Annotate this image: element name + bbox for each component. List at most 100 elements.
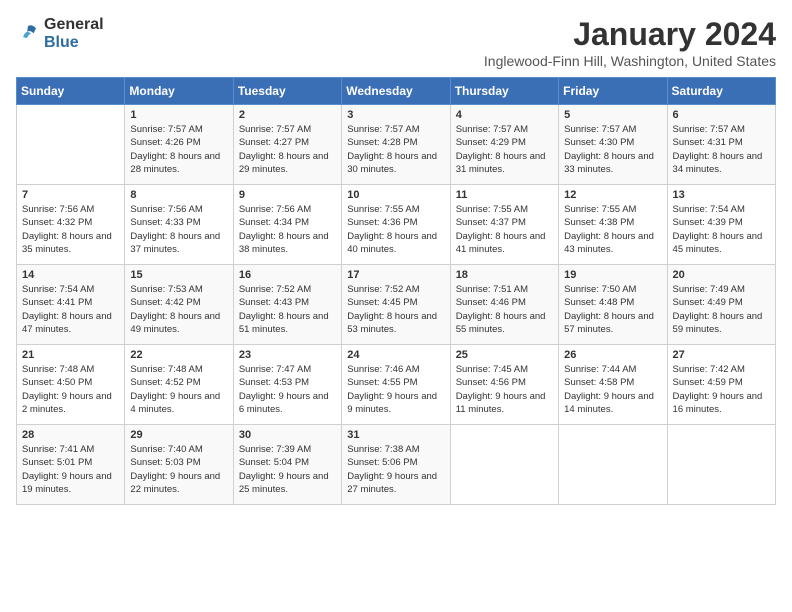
calendar-cell: 31 Sunrise: 7:38 AM Sunset: 5:06 PM Dayl… (342, 425, 450, 505)
calendar-cell: 11 Sunrise: 7:55 AM Sunset: 4:37 PM Dayl… (450, 185, 558, 265)
day-number: 19 (564, 269, 661, 281)
day-info: Sunrise: 7:42 AM Sunset: 4:59 PM Dayligh… (673, 363, 770, 416)
day-number: 18 (456, 269, 553, 281)
day-header-thursday: Thursday (450, 78, 558, 105)
day-info: Sunrise: 7:56 AM Sunset: 4:32 PM Dayligh… (22, 203, 119, 256)
logo-general: General (44, 16, 104, 34)
day-info: Sunrise: 7:57 AM Sunset: 4:26 PM Dayligh… (130, 123, 227, 176)
day-number: 9 (239, 189, 336, 201)
day-number: 2 (239, 109, 336, 121)
week-row-0: 1 Sunrise: 7:57 AM Sunset: 4:26 PM Dayli… (17, 105, 776, 185)
day-info: Sunrise: 7:57 AM Sunset: 4:30 PM Dayligh… (564, 123, 661, 176)
calendar-cell (667, 425, 775, 505)
day-number: 14 (22, 269, 119, 281)
day-header-saturday: Saturday (667, 78, 775, 105)
logo-text: General Blue (44, 16, 104, 51)
day-info: Sunrise: 7:54 AM Sunset: 4:41 PM Dayligh… (22, 283, 119, 336)
day-info: Sunrise: 7:57 AM Sunset: 4:29 PM Dayligh… (456, 123, 553, 176)
calendar-cell: 5 Sunrise: 7:57 AM Sunset: 4:30 PM Dayli… (559, 105, 667, 185)
day-info: Sunrise: 7:55 AM Sunset: 4:37 PM Dayligh… (456, 203, 553, 256)
calendar-cell: 28 Sunrise: 7:41 AM Sunset: 5:01 PM Dayl… (17, 425, 125, 505)
calendar-cell: 13 Sunrise: 7:54 AM Sunset: 4:39 PM Dayl… (667, 185, 775, 265)
calendar-cell: 25 Sunrise: 7:45 AM Sunset: 4:56 PM Dayl… (450, 345, 558, 425)
day-number: 21 (22, 349, 119, 361)
day-header-monday: Monday (125, 78, 233, 105)
day-info: Sunrise: 7:52 AM Sunset: 4:43 PM Dayligh… (239, 283, 336, 336)
calendar-cell: 1 Sunrise: 7:57 AM Sunset: 4:26 PM Dayli… (125, 105, 233, 185)
week-row-4: 28 Sunrise: 7:41 AM Sunset: 5:01 PM Dayl… (17, 425, 776, 505)
day-info: Sunrise: 7:53 AM Sunset: 4:42 PM Dayligh… (130, 283, 227, 336)
day-number: 7 (22, 189, 119, 201)
calendar-cell: 16 Sunrise: 7:52 AM Sunset: 4:43 PM Dayl… (233, 265, 341, 345)
day-header-sunday: Sunday (17, 78, 125, 105)
calendar-cell: 4 Sunrise: 7:57 AM Sunset: 4:29 PM Dayli… (450, 105, 558, 185)
calendar-cell: 3 Sunrise: 7:57 AM Sunset: 4:28 PM Dayli… (342, 105, 450, 185)
calendar-cell: 6 Sunrise: 7:57 AM Sunset: 4:31 PM Dayli… (667, 105, 775, 185)
day-info: Sunrise: 7:39 AM Sunset: 5:04 PM Dayligh… (239, 443, 336, 496)
calendar-cell (17, 105, 125, 185)
day-info: Sunrise: 7:49 AM Sunset: 4:49 PM Dayligh… (673, 283, 770, 336)
day-number: 6 (673, 109, 770, 121)
day-info: Sunrise: 7:48 AM Sunset: 4:50 PM Dayligh… (22, 363, 119, 416)
day-header-friday: Friday (559, 78, 667, 105)
calendar-cell: 15 Sunrise: 7:53 AM Sunset: 4:42 PM Dayl… (125, 265, 233, 345)
day-info: Sunrise: 7:44 AM Sunset: 4:58 PM Dayligh… (564, 363, 661, 416)
week-row-3: 21 Sunrise: 7:48 AM Sunset: 4:50 PM Dayl… (17, 345, 776, 425)
day-info: Sunrise: 7:56 AM Sunset: 4:34 PM Dayligh… (239, 203, 336, 256)
calendar-cell: 18 Sunrise: 7:51 AM Sunset: 4:46 PM Dayl… (450, 265, 558, 345)
day-header-wednesday: Wednesday (342, 78, 450, 105)
week-row-2: 14 Sunrise: 7:54 AM Sunset: 4:41 PM Dayl… (17, 265, 776, 345)
day-number: 1 (130, 109, 227, 121)
day-number: 28 (22, 429, 119, 441)
logo: General Blue (16, 16, 104, 51)
day-info: Sunrise: 7:56 AM Sunset: 4:33 PM Dayligh… (130, 203, 227, 256)
day-number: 24 (347, 349, 444, 361)
calendar-cell: 26 Sunrise: 7:44 AM Sunset: 4:58 PM Dayl… (559, 345, 667, 425)
calendar-cell: 19 Sunrise: 7:50 AM Sunset: 4:48 PM Dayl… (559, 265, 667, 345)
calendar-cell: 21 Sunrise: 7:48 AM Sunset: 4:50 PM Dayl… (17, 345, 125, 425)
day-number: 23 (239, 349, 336, 361)
day-info: Sunrise: 7:55 AM Sunset: 4:36 PM Dayligh… (347, 203, 444, 256)
calendar-cell: 27 Sunrise: 7:42 AM Sunset: 4:59 PM Dayl… (667, 345, 775, 425)
day-info: Sunrise: 7:57 AM Sunset: 4:27 PM Dayligh… (239, 123, 336, 176)
calendar-cell (450, 425, 558, 505)
day-info: Sunrise: 7:51 AM Sunset: 4:46 PM Dayligh… (456, 283, 553, 336)
calendar-cell: 17 Sunrise: 7:52 AM Sunset: 4:45 PM Dayl… (342, 265, 450, 345)
day-number: 8 (130, 189, 227, 201)
logo-icon (16, 22, 40, 46)
calendar-cell: 12 Sunrise: 7:55 AM Sunset: 4:38 PM Dayl… (559, 185, 667, 265)
day-number: 27 (673, 349, 770, 361)
logo-blue: Blue (44, 34, 104, 52)
month-title: January 2024 (484, 16, 776, 53)
day-number: 12 (564, 189, 661, 201)
calendar-cell (559, 425, 667, 505)
day-number: 10 (347, 189, 444, 201)
week-row-1: 7 Sunrise: 7:56 AM Sunset: 4:32 PM Dayli… (17, 185, 776, 265)
page-header: General Blue January 2024 Inglewood-Finn… (16, 16, 776, 69)
day-number: 15 (130, 269, 227, 281)
calendar-cell: 24 Sunrise: 7:46 AM Sunset: 4:55 PM Dayl… (342, 345, 450, 425)
day-number: 25 (456, 349, 553, 361)
calendar-cell: 30 Sunrise: 7:39 AM Sunset: 5:04 PM Dayl… (233, 425, 341, 505)
title-block: January 2024 Inglewood-Finn Hill, Washin… (484, 16, 776, 69)
day-number: 13 (673, 189, 770, 201)
day-number: 3 (347, 109, 444, 121)
day-info: Sunrise: 7:54 AM Sunset: 4:39 PM Dayligh… (673, 203, 770, 256)
calendar-cell: 20 Sunrise: 7:49 AM Sunset: 4:49 PM Dayl… (667, 265, 775, 345)
day-header-tuesday: Tuesday (233, 78, 341, 105)
day-number: 4 (456, 109, 553, 121)
day-info: Sunrise: 7:38 AM Sunset: 5:06 PM Dayligh… (347, 443, 444, 496)
day-number: 20 (673, 269, 770, 281)
day-number: 26 (564, 349, 661, 361)
location: Inglewood-Finn Hill, Washington, United … (484, 53, 776, 69)
calendar-cell: 7 Sunrise: 7:56 AM Sunset: 4:32 PM Dayli… (17, 185, 125, 265)
day-number: 16 (239, 269, 336, 281)
calendar-body: 1 Sunrise: 7:57 AM Sunset: 4:26 PM Dayli… (17, 105, 776, 505)
calendar-cell: 2 Sunrise: 7:57 AM Sunset: 4:27 PM Dayli… (233, 105, 341, 185)
day-number: 17 (347, 269, 444, 281)
calendar-cell: 10 Sunrise: 7:55 AM Sunset: 4:36 PM Dayl… (342, 185, 450, 265)
calendar-header: SundayMondayTuesdayWednesdayThursdayFrid… (17, 78, 776, 105)
day-info: Sunrise: 7:41 AM Sunset: 5:01 PM Dayligh… (22, 443, 119, 496)
calendar-table: SundayMondayTuesdayWednesdayThursdayFrid… (16, 77, 776, 505)
day-info: Sunrise: 7:47 AM Sunset: 4:53 PM Dayligh… (239, 363, 336, 416)
